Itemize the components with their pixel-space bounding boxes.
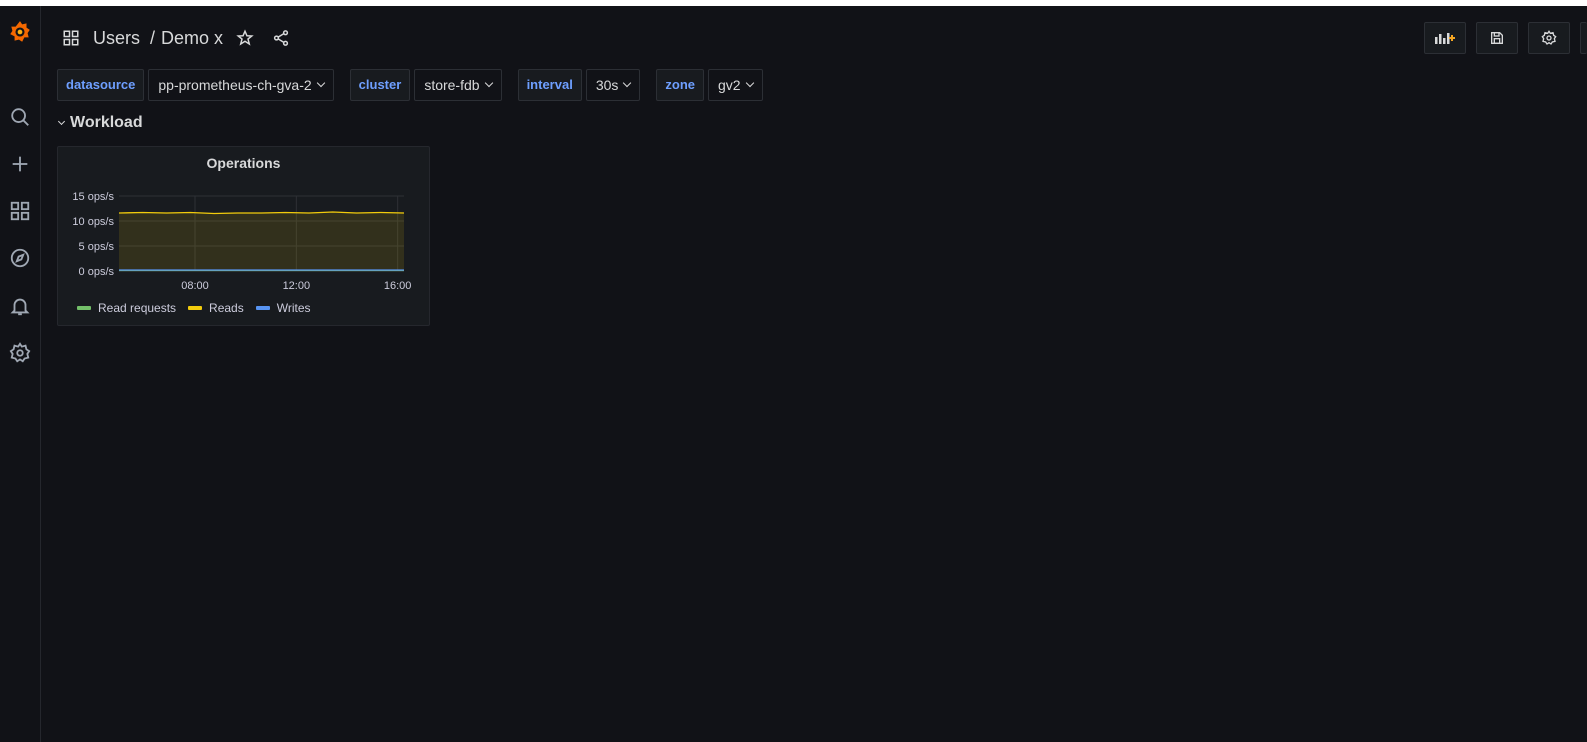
- star-icon[interactable]: [231, 24, 259, 52]
- side-nav: [0, 6, 41, 742]
- add-panel-button[interactable]: [1424, 22, 1466, 54]
- grafana-logo-icon[interactable]: [4, 16, 36, 48]
- operations-chart: 0 ops/s 5 ops/s 10 ops/s 15 ops/s 08:00 12:00…: [72, 191, 412, 292]
- variable-value: gv2: [718, 77, 741, 93]
- y-tick-label: 10 ops/s: [72, 216, 114, 228]
- series-area: [119, 212, 404, 271]
- configuration-gear-icon[interactable]: [4, 337, 36, 369]
- interval-picker[interactable]: 30s: [585, 69, 641, 101]
- legend-swatch: [255, 306, 270, 310]
- cluster-picker[interactable]: store-fdb: [414, 69, 502, 101]
- datasource-picker[interactable]: pp-prometheus-ch-gva-2: [148, 69, 334, 101]
- legend-swatch: [188, 306, 203, 310]
- operations-panel[interactable]: Operations 0 ops/s 5 ops/s 10 ops/s 15 ops/…: [57, 146, 430, 326]
- x-tick-label: 08:00: [181, 280, 209, 292]
- dashboard-nav: Users / Demo x: [57, 22, 295, 54]
- dashboard-title[interactable]: Demo x: [161, 28, 223, 48]
- variable-label: zone: [656, 69, 705, 101]
- explore-compass-icon[interactable]: [4, 242, 36, 274]
- chart-legend: Read requests Reads Writes: [77, 301, 311, 315]
- legend-label: Reads: [209, 301, 244, 315]
- dashboard-settings-button[interactable]: [1528, 22, 1570, 54]
- chevron-down-icon: [484, 78, 493, 88]
- folder-link[interactable]: Users: [93, 28, 140, 48]
- dashboard-toolbar: [1424, 22, 1587, 54]
- search-icon[interactable]: [4, 101, 36, 133]
- chevron-down-icon: [745, 78, 754, 88]
- variables-bar: datasource pp-prometheus-ch-gva-2 cluste…: [57, 69, 779, 101]
- x-tick-label: 16:00: [384, 280, 412, 292]
- x-tick-label: 12:00: [283, 280, 311, 292]
- zone-picker[interactable]: gv2: [708, 69, 763, 101]
- variable-datasource: datasource pp-prometheus-ch-gva-2: [57, 69, 334, 101]
- breadcrumb: Users / Demo x: [93, 28, 223, 49]
- chevron-down-icon: [623, 78, 632, 88]
- legend-item[interactable]: Reads: [188, 301, 244, 315]
- variable-value: 30s: [595, 77, 619, 93]
- share-icon[interactable]: [267, 24, 295, 52]
- row-header-workload[interactable]: Workload: [57, 114, 143, 132]
- chevron-down-icon: [316, 78, 325, 88]
- y-tick-label: 15 ops/s: [72, 191, 114, 203]
- series-line: [118, 211, 405, 215]
- dashboards-icon[interactable]: [4, 195, 36, 227]
- variable-label: datasource: [57, 69, 145, 101]
- variable-value: pp-prometheus-ch-gva-2: [158, 77, 312, 93]
- legend-item[interactable]: Read requests: [77, 301, 176, 315]
- alerting-bell-icon[interactable]: [4, 290, 36, 322]
- cycle-view-button[interactable]: [1580, 22, 1587, 54]
- variable-cluster: cluster store-fdb: [349, 69, 502, 101]
- legend-label: Writes: [276, 301, 311, 315]
- dashboard-main: Users / Demo x datasource pp-prometheus-…: [41, 6, 1587, 742]
- variable-interval: interval 30s: [517, 69, 641, 101]
- y-tick-label: 5 ops/s: [79, 241, 115, 253]
- variable-label: interval: [517, 69, 582, 101]
- legend-swatch: [77, 306, 91, 310]
- legend-label: Read requests: [98, 301, 177, 315]
- chevron-down-icon: [57, 117, 66, 125]
- dashboard-grid-icon: [57, 24, 85, 52]
- variable-zone: zone gv2: [656, 69, 763, 101]
- legend-item[interactable]: Writes: [255, 301, 311, 315]
- row-title: Workload: [70, 114, 143, 131]
- breadcrumb-separator: /: [150, 27, 156, 48]
- variable-value: store-fdb: [424, 77, 480, 93]
- plus-icon[interactable]: [4, 148, 36, 180]
- save-dashboard-button[interactable]: [1476, 22, 1518, 54]
- y-tick-label: 0 ops/s: [79, 266, 115, 278]
- grafana-app: Users / Demo x datasource pp-prometheus-…: [0, 6, 1587, 742]
- variable-label: cluster: [349, 69, 411, 101]
